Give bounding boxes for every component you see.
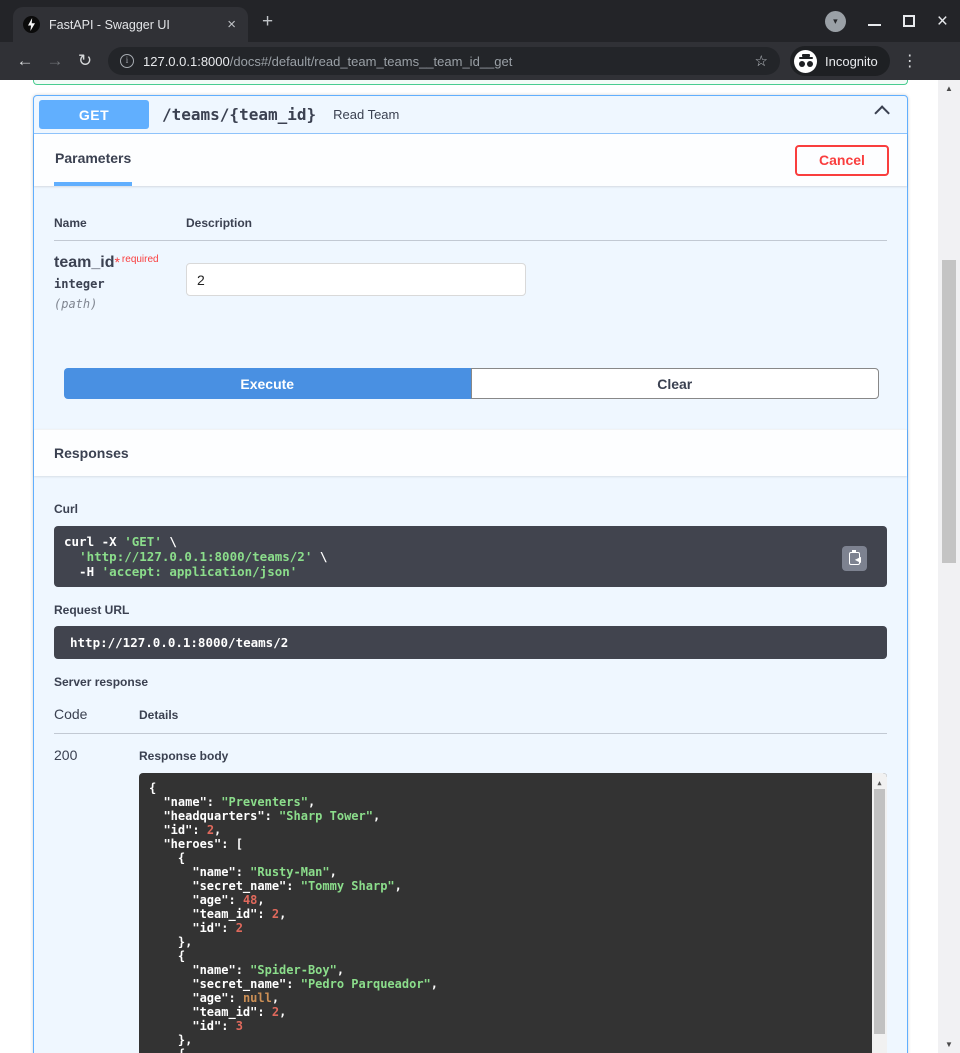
page-scroll-up-icon[interactable]: ▲	[938, 84, 960, 93]
site-info-icon[interactable]: i	[120, 54, 134, 68]
incognito-icon	[794, 50, 817, 73]
response-body-block: { "name": "Preventers", "headquarters": …	[139, 773, 887, 1053]
reload-button[interactable]: ↻	[70, 51, 100, 71]
tab-title: FastAPI - Swagger UI	[49, 18, 225, 32]
name-column-header: Name	[54, 216, 186, 230]
details-column-header: Details	[139, 706, 178, 722]
execute-row: Execute Clear	[64, 368, 879, 399]
lightning-bolt-icon	[26, 18, 37, 31]
page-scroll-down-icon[interactable]: ▼	[938, 1040, 960, 1049]
request-url-label: Request URL	[54, 603, 887, 617]
url-host: 127.0.0.1:8000	[143, 54, 230, 69]
browser-menu-button[interactable]: ⋮	[902, 51, 918, 71]
responses-content: Curl curl -X 'GET' \ 'http://127.0.0.1:8…	[34, 476, 907, 1053]
minimize-button[interactable]	[868, 24, 881, 26]
response-row: 200 Response body { "name": "Preventers"…	[54, 734, 887, 1053]
description-column-header: Description	[186, 216, 887, 230]
parameters-section-header: Parameters Cancel	[34, 134, 907, 186]
required-asterisk: *	[114, 254, 119, 270]
address-bar[interactable]: i 127.0.0.1:8000/docs#/default/read_team…	[108, 47, 780, 75]
request-url-block: http://127.0.0.1:8000/teams/2	[54, 626, 887, 659]
fastapi-favicon-icon	[23, 16, 40, 33]
maximize-button[interactable]	[903, 15, 915, 27]
url-path: /docs#/default/read_team_teams__team_id_…	[230, 54, 513, 69]
operation-block-get-team: GET /teams/{team_id} Read Team Parameter…	[33, 95, 908, 1053]
copy-curl-button[interactable]: ◀	[842, 546, 867, 571]
param-type: integer	[54, 277, 186, 291]
collapse-button[interactable]	[874, 105, 893, 124]
curl-code-block: curl -X 'GET' \ 'http://127.0.0.1:8000/t…	[54, 526, 887, 587]
response-scrollbar-thumb[interactable]	[874, 789, 885, 1034]
method-badge: GET	[39, 100, 149, 129]
tab-close-icon[interactable]: ×	[225, 16, 238, 33]
parameter-row: team_id*required integer (path)	[54, 241, 887, 311]
responses-title: Responses	[54, 445, 129, 461]
operation-header[interactable]: GET /teams/{team_id} Read Team	[34, 96, 907, 134]
operation-summary: Read Team	[333, 107, 399, 122]
responses-section-header: Responses	[34, 429, 907, 476]
server-response-label: Server response	[54, 675, 887, 689]
browser-tab[interactable]: FastAPI - Swagger UI ×	[13, 7, 248, 42]
team-id-input[interactable]	[186, 263, 526, 296]
operation-path: /teams/{team_id}	[162, 105, 316, 124]
param-name: team_id	[54, 254, 114, 271]
required-label: required	[122, 254, 159, 265]
response-body-scrollbar[interactable]: ▲	[872, 773, 887, 1053]
previous-operation-block-edge	[33, 80, 908, 85]
clear-button[interactable]: Clear	[471, 368, 880, 399]
status-code: 200	[54, 747, 139, 1053]
window-close-button[interactable]: ×	[937, 12, 948, 31]
url-text: 127.0.0.1:8000/docs#/default/read_team_t…	[143, 54, 747, 69]
scroll-up-icon[interactable]: ▲	[872, 776, 887, 790]
param-location: (path)	[54, 297, 186, 311]
code-column-header: Code	[54, 706, 139, 722]
back-button[interactable]: ←	[10, 51, 40, 71]
tab-search-button[interactable]: ▾	[825, 11, 846, 32]
curl-label: Curl	[54, 502, 887, 516]
page-content: GET /teams/{team_id} Read Team Parameter…	[0, 80, 960, 1053]
incognito-label: Incognito	[825, 54, 878, 69]
bookmark-star-icon[interactable]: ☆	[755, 52, 768, 70]
cancel-button[interactable]: Cancel	[795, 145, 889, 176]
execute-button[interactable]: Execute	[64, 368, 471, 399]
page-scrollbar-thumb[interactable]	[942, 260, 956, 563]
forward-button[interactable]: →	[40, 51, 70, 71]
chevron-up-icon	[874, 105, 890, 121]
incognito-badge: Incognito	[790, 46, 890, 76]
new-tab-button[interactable]: +	[262, 12, 273, 31]
response-body-label: Response body	[139, 749, 887, 763]
parameters-table: Name Description team_id*required intege…	[34, 186, 907, 311]
clipboard-icon: ◀	[849, 552, 860, 565]
page-scrollbar[interactable]: ▲ ▼	[938, 80, 960, 1053]
browser-toolbar: ← → ↻ i 127.0.0.1:8000/docs#/default/rea…	[0, 42, 960, 80]
browser-titlebar: FastAPI - Swagger UI × + ▾ ×	[0, 0, 960, 42]
tab-parameters[interactable]: Parameters	[54, 134, 132, 186]
